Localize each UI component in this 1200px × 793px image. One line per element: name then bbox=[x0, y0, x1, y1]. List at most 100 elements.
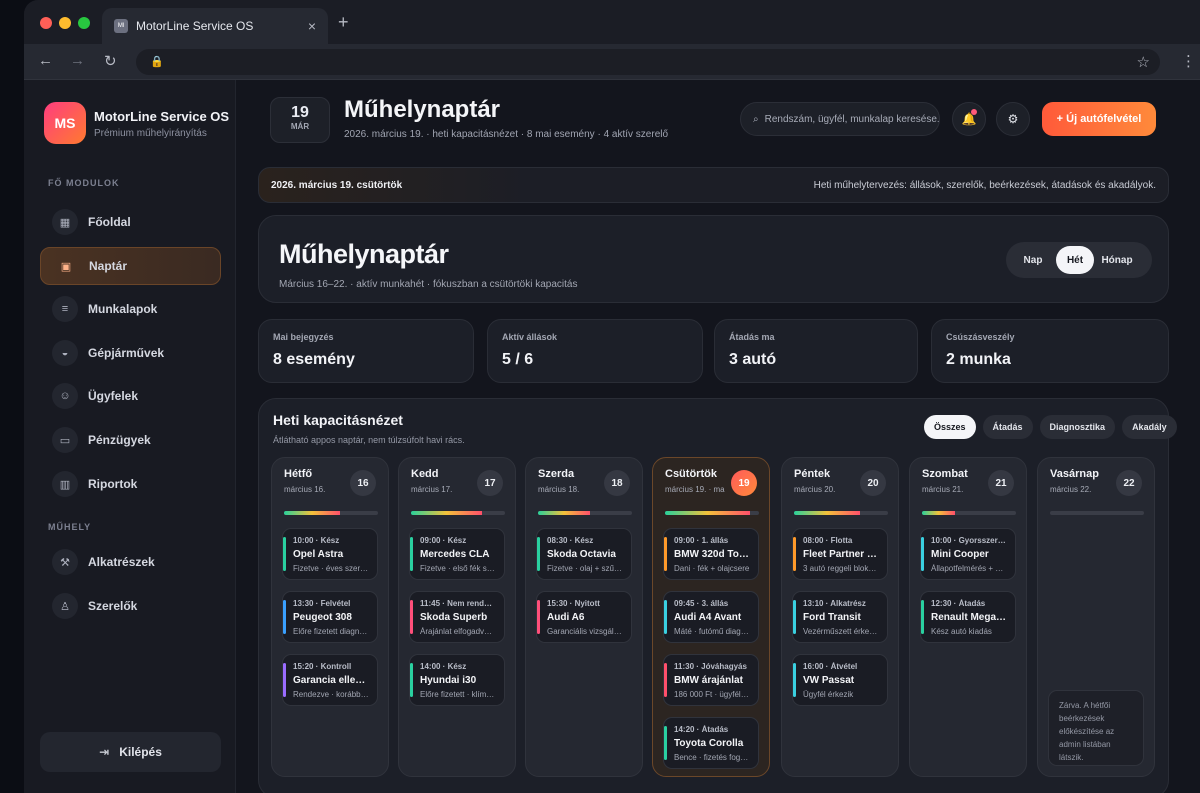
day-column[interactable]: Kedd március 17. 17 09:00 · Kész Mercedes CL… bbox=[398, 457, 516, 777]
sidebar-item-label: Munkalapok bbox=[88, 302, 158, 316]
close-window-button[interactable] bbox=[40, 17, 52, 29]
date-day: 19 bbox=[291, 104, 309, 121]
event-title: Audi A4 Avant bbox=[674, 612, 742, 623]
stat-label: Csúszásveszély bbox=[946, 332, 1015, 342]
filter-blocker[interactable]: Akadály bbox=[1122, 415, 1177, 439]
brand-subtitle: Prémium műhelyirányítás bbox=[94, 128, 207, 139]
capacity-bar bbox=[1050, 511, 1144, 515]
sidebar-item-fooldal[interactable]: ▦ Főoldal bbox=[40, 203, 221, 241]
day-column[interactable]: Szombat március 21. 21 10:00 · Gyorsszerviz… bbox=[909, 457, 1027, 777]
filter-diagnostics[interactable]: Diagnosztika bbox=[1039, 415, 1116, 439]
browser-tab[interactable]: Ml MotorLine Service OS × bbox=[102, 8, 328, 44]
event-title: Peugeot 308 bbox=[293, 612, 352, 623]
event-card[interactable]: 09:00 · Kész Mercedes CLA Fizetve · első f… bbox=[409, 528, 505, 580]
day-name: Szombat bbox=[922, 468, 968, 480]
sidebar-item-ugyfelek[interactable]: ☺ Ügyfelek bbox=[40, 377, 221, 415]
day-name: Kedd bbox=[411, 468, 439, 480]
search-input[interactable]: ⌕ Rendszám, ügyfél, munkalap keresése... bbox=[740, 102, 940, 136]
sidebar-item-munkalapok[interactable]: ≡ Munkalapok bbox=[40, 290, 221, 328]
view-day-button[interactable]: Nap bbox=[1010, 246, 1056, 274]
day-name: Szerda bbox=[538, 468, 575, 480]
event-detail: Árajánlat elfogadva · vár bbox=[420, 627, 496, 636]
sidebar-item-label: Riportok bbox=[88, 477, 138, 491]
capacity-bar-fill bbox=[284, 511, 341, 515]
event-card[interactable]: 10:00 · Kész Opel Astra Fizetve · éves sze… bbox=[282, 528, 378, 580]
event-detail: Kész autó kiadás bbox=[931, 627, 992, 636]
close-tab-icon[interactable]: × bbox=[308, 18, 316, 34]
new-vehicle-intake-button[interactable]: + Új autófelvétel bbox=[1042, 102, 1156, 136]
stat-value: 5 / 6 bbox=[502, 351, 534, 368]
list-icon: ≡ bbox=[52, 296, 78, 322]
event-title: BMW 320d Touring bbox=[674, 549, 750, 560]
day-column[interactable]: Hétfő március 16. 16 10:00 · Kész Opel Astra… bbox=[271, 457, 389, 777]
stat-card-events: Mai bejegyzés 8 esemény bbox=[258, 319, 474, 383]
day-column[interactable]: Csütörtök március 19. · ma 19 09:00 · 1. ál… bbox=[652, 457, 770, 777]
new-tab-button[interactable]: + bbox=[338, 12, 349, 33]
event-card[interactable]: 11:30 · Jóváhagyás BMW árajánlat 186 000 F… bbox=[663, 654, 759, 706]
event-card[interactable]: 09:45 · 3. állás Audi A4 Avant Máté · futó… bbox=[663, 591, 759, 643]
logout-button[interactable]: ⇥ Kilépés bbox=[40, 732, 221, 772]
event-card[interactable]: 13:10 · Alkatrész Ford Transit Vezérműszet… bbox=[792, 591, 888, 643]
event-title: Audi A6 bbox=[547, 612, 585, 623]
capacity-bar bbox=[665, 511, 759, 515]
day-number-badge: 21 bbox=[988, 470, 1014, 496]
capacity-bar bbox=[411, 511, 505, 515]
event-title: Skoda Octavia bbox=[547, 549, 616, 560]
event-time: 09:45 · 3. állás bbox=[674, 599, 729, 608]
sidebar-item-naptar[interactable]: ▣ Naptár bbox=[40, 247, 221, 285]
reload-icon[interactable]: ↻ bbox=[104, 52, 117, 70]
event-card[interactable]: 08:00 · Flotta Fleet Partner Kft. 3 autó r… bbox=[792, 528, 888, 580]
bookmark-star-icon[interactable]: ☆ bbox=[1137, 53, 1150, 71]
settings-button[interactable]: ⚙ bbox=[996, 102, 1030, 136]
event-card[interactable]: 14:00 · Kész Hyundai i30 Előre fizetett · … bbox=[409, 654, 505, 706]
event-detail: Állapotfelmérés + próbaút bbox=[931, 564, 1007, 573]
search-placeholder: Rendszám, ügyfél, munkalap keresése... bbox=[764, 113, 940, 125]
filter-chips: Összes Átadás Diagnosztika Akadály bbox=[924, 415, 1184, 439]
event-card[interactable]: 14:20 · Átadás Toyota Corolla Bence · fize… bbox=[663, 717, 759, 769]
sidebar-item-penzugyek[interactable]: ▭ Pénzügyek bbox=[40, 421, 221, 459]
hero-subtitle: Március 16–22. · aktív munkahét · fókusz… bbox=[279, 279, 578, 290]
sidebar-item-alkatreszek[interactable]: ⚒ Alkatrészek bbox=[40, 543, 221, 581]
event-card[interactable]: 09:00 · 1. állás BMW 320d Touring Dani · f… bbox=[663, 528, 759, 580]
stat-value: 3 autó bbox=[729, 351, 777, 368]
browser-tabbar: Ml MotorLine Service OS × + bbox=[24, 0, 1200, 44]
sidebar-item-gepjarmuvek[interactable]: ◒ Gépjárművek bbox=[40, 334, 221, 372]
event-card[interactable]: 13:30 · Felvétel Peugeot 308 Előre fizetet… bbox=[282, 591, 378, 643]
day-column[interactable]: Vasárnap március 22. 22 Zárva. A hétfői beé… bbox=[1037, 457, 1155, 777]
view-month-button[interactable]: Hónap bbox=[1094, 246, 1140, 274]
event-card[interactable]: 15:30 · Nyitott Audi A6 Garanciális vizsgá… bbox=[536, 591, 632, 643]
day-date: március 16. bbox=[284, 485, 326, 494]
minimize-window-button[interactable] bbox=[59, 17, 71, 29]
event-time: 14:00 · Kész bbox=[420, 662, 467, 671]
event-card[interactable]: 12:30 · Átadás Renault Megane Kész autó ki… bbox=[920, 591, 1016, 643]
app-logo: MS bbox=[44, 102, 86, 144]
capacity-bar bbox=[922, 511, 1016, 515]
sidebar-item-szerelok[interactable]: ♙ Szerelők bbox=[40, 587, 221, 625]
view-week-button[interactable]: Hét bbox=[1056, 246, 1094, 274]
event-title: Mercedes CLA bbox=[420, 549, 490, 560]
day-column[interactable]: Péntek március 20. 20 08:00 · Flotta Fleet P… bbox=[781, 457, 899, 777]
filter-handover[interactable]: Átadás bbox=[982, 415, 1033, 439]
event-card[interactable]: 15:20 · Kontroll Garancia ellenőrzés Rende… bbox=[282, 654, 378, 706]
back-icon[interactable]: ← bbox=[38, 52, 53, 69]
event-card[interactable]: 08:30 · Kész Skoda Octavia Fizetve · olaj … bbox=[536, 528, 632, 580]
event-time: 13:10 · Alkatrész bbox=[803, 599, 866, 608]
day-column[interactable]: Szerda március 18. 18 08:30 · Kész Skoda Oct… bbox=[525, 457, 643, 777]
browser-menu-icon[interactable]: ⋮ bbox=[1181, 52, 1196, 70]
event-card[interactable]: 16:00 · Átvétel VW Passat Ügyfél érkezik bbox=[792, 654, 888, 706]
weekly-capacity-panel: Heti kapacitásnézet Átlátható appos napt… bbox=[258, 398, 1177, 793]
info-bar: 2026. március 19. csütörtök Heti műhelyt… bbox=[258, 167, 1169, 203]
event-title: Toyota Corolla bbox=[674, 738, 744, 749]
view-switcher: Nap Hét Hónap bbox=[1006, 242, 1152, 278]
event-card[interactable]: 11:45 · Nem rendezett Skoda Superb Árajánl… bbox=[409, 591, 505, 643]
event-title: Renault Megane bbox=[931, 612, 1007, 623]
event-time: 09:00 · Kész bbox=[420, 536, 467, 545]
event-card[interactable]: 10:00 · Gyorsszerviz Mini Cooper Állapotfe… bbox=[920, 528, 1016, 580]
url-field[interactable]: 🔒 ☆ bbox=[136, 49, 1160, 75]
maximize-window-button[interactable] bbox=[78, 17, 90, 29]
sidebar-item-riportok[interactable]: ▥ Riportok bbox=[40, 465, 221, 503]
filter-all[interactable]: Összes bbox=[924, 415, 976, 439]
notifications-button[interactable]: 🔔 bbox=[952, 102, 986, 136]
forward-icon[interactable]: → bbox=[70, 52, 85, 69]
event-detail: 3 autó reggeli blokkban bbox=[803, 564, 879, 573]
